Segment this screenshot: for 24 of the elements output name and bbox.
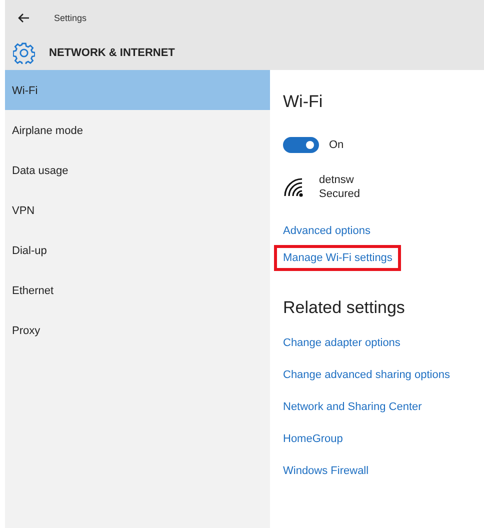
link[interactable]: Windows Firewall [283, 465, 369, 477]
link[interactable]: Change adapter options [283, 337, 400, 349]
sidebar-item[interactable]: Wi-Fi [5, 70, 270, 110]
wifi-signal-icon [283, 177, 305, 197]
sidebar-item[interactable]: Dial-up [5, 230, 270, 270]
link[interactable]: HomeGroup [283, 433, 343, 445]
link[interactable]: Network and Sharing Center [283, 401, 422, 413]
settings-icon [13, 42, 35, 64]
network-item[interactable]: detnsw Secured [319, 173, 360, 201]
back-icon[interactable] [18, 13, 30, 23]
sidebar-item[interactable]: VPN [5, 190, 270, 230]
sidebar-item[interactable]: Proxy [5, 310, 270, 350]
section-title: NETWORK & INTERNET [49, 47, 175, 59]
sidebar-item[interactable]: Airplane mode [5, 110, 270, 150]
toggle-label: On [329, 139, 344, 151]
link[interactable]: Advanced options [283, 225, 370, 237]
window-title: Settings [54, 13, 87, 23]
section-heading: Related settings [283, 298, 406, 318]
link[interactable]: Manage Wi-Fi settings [274, 245, 402, 271]
sidebar-item[interactable]: Ethernet [5, 270, 270, 310]
section-heading: Wi-Fi [283, 92, 324, 112]
sidebar-item[interactable]: Data usage [5, 150, 270, 190]
toggle-switch[interactable] [283, 137, 319, 153]
link[interactable]: Change advanced sharing options [283, 369, 450, 381]
